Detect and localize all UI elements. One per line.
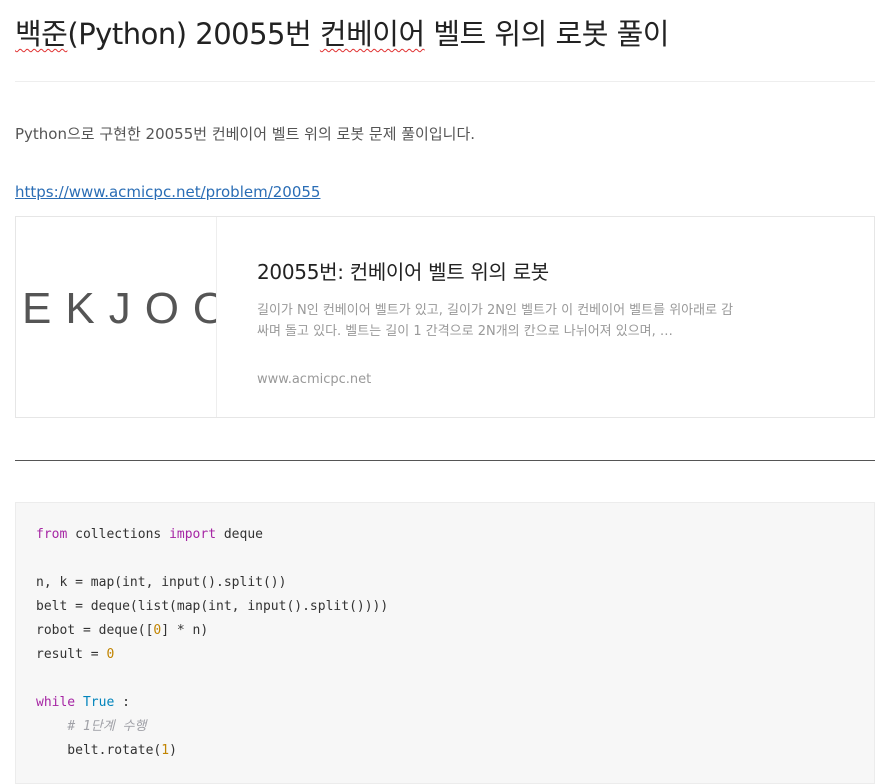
post-title: 백준(Python) 20055번 컨베이어 벨트 위의 로봇 풀이 (15, 12, 669, 56)
code-token: ) (169, 743, 177, 758)
code-token: 1 (161, 743, 170, 758)
code-line: from collections import deque (36, 523, 388, 547)
baekjoon-logo-icon: EKJOO ONLINE JUDGE (22, 284, 216, 333)
code-line: result = 0 (36, 643, 388, 667)
code-token: True (82, 695, 115, 710)
code-token: belt.rotate( (36, 743, 162, 758)
logo-text: EKJOO (22, 284, 216, 333)
code-line: # 1단계 수행 (36, 715, 388, 739)
code-line: n, k = map(int, input().split()) (36, 571, 388, 595)
title-rest: 벨트 위의 로봇 풀이 (424, 17, 669, 51)
code-line: belt.rotate(1) (36, 739, 388, 763)
problem-link[interactable]: https://www.acmicpc.net/problem/20055 (15, 180, 320, 204)
code-token: 0 (106, 647, 115, 662)
code-token: ] * n) (161, 623, 209, 638)
code-token: while (36, 695, 76, 710)
code-token: result = (36, 647, 107, 662)
link-preview-card[interactable]: EKJOO ONLINE JUDGE 20055번: 컨베이어 벨트 위의 로봇… (15, 216, 875, 418)
intro-paragraph: Python으로 구현한 20055번 컨베이어 벨트 위의 로봇 문제 풀이입… (15, 125, 476, 143)
code-token: robot = deque([ (36, 623, 154, 638)
code-block: from collections import deque n, k = map… (15, 502, 875, 784)
section-divider (15, 460, 875, 461)
code-token: collections (67, 527, 170, 542)
code-token: from (36, 527, 68, 542)
title-divider (15, 81, 875, 82)
code-token: # 1단계 수행 (67, 719, 147, 734)
preview-domain: www.acmicpc.net (257, 372, 372, 387)
code-token: : (114, 695, 130, 710)
code-token: deque (216, 527, 263, 542)
title-word-conveyor: 컨베이어 (319, 17, 425, 51)
preview-description: 길이가 N인 컨베이어 벨트가 있고, 길이가 2N인 벨트가 이 컨베이어 벨… (257, 303, 734, 339)
code-token: n, k = map(int, input().split()) (36, 575, 287, 590)
preview-title: 20055번: 컨베이어 벨트 위의 로봇 (257, 260, 549, 284)
title-middle: (Python) 20055번 (67, 17, 320, 51)
code-line: belt = deque(list(map(int, input().split… (36, 595, 388, 619)
code-line: robot = deque([0] * n) (36, 619, 388, 643)
code-lines: from collections import deque n, k = map… (36, 523, 388, 783)
code-token: import (169, 527, 217, 542)
code-token: belt = deque(list(map(int, input().split… (36, 599, 389, 614)
preview-body: 20055번: 컨베이어 벨트 위의 로봇 길이가 N인 컨베이어 벨트가 있고… (257, 257, 737, 387)
title-word-baekjoon: 백준 (15, 17, 68, 51)
preview-thumbnail: EKJOO ONLINE JUDGE (16, 217, 217, 417)
code-line: while True : (36, 691, 388, 715)
